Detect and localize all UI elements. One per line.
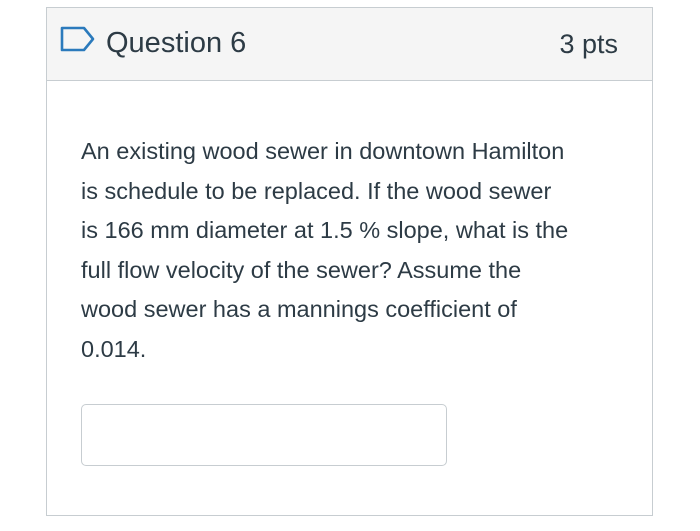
question-title: Question 6	[106, 27, 247, 59]
question-card: Question 6 3 pts An existing wood sewer …	[46, 7, 653, 516]
flag-icon[interactable]	[60, 26, 96, 52]
answer-input[interactable]	[81, 404, 447, 466]
question-header: Question 6 3 pts	[47, 8, 652, 81]
points-value: 3 pts	[559, 29, 618, 59]
question-text-line: full flow velocity of the sewer? Assume …	[81, 256, 522, 283]
question-text-line: is 166 mm diameter at 1.5 % slope, what …	[81, 217, 569, 244]
question-text: An existing wood sewer in downtown Hamil…	[81, 132, 626, 370]
question-text-line: An existing wood sewer in downtown Hamil…	[81, 138, 565, 164]
question-text-line: is schedule to be replaced. If the wood …	[81, 177, 552, 204]
question-text-line: wood sewer has a mannings coefficient of	[81, 296, 517, 323]
question-text-line: 0.014.	[81, 335, 147, 362]
